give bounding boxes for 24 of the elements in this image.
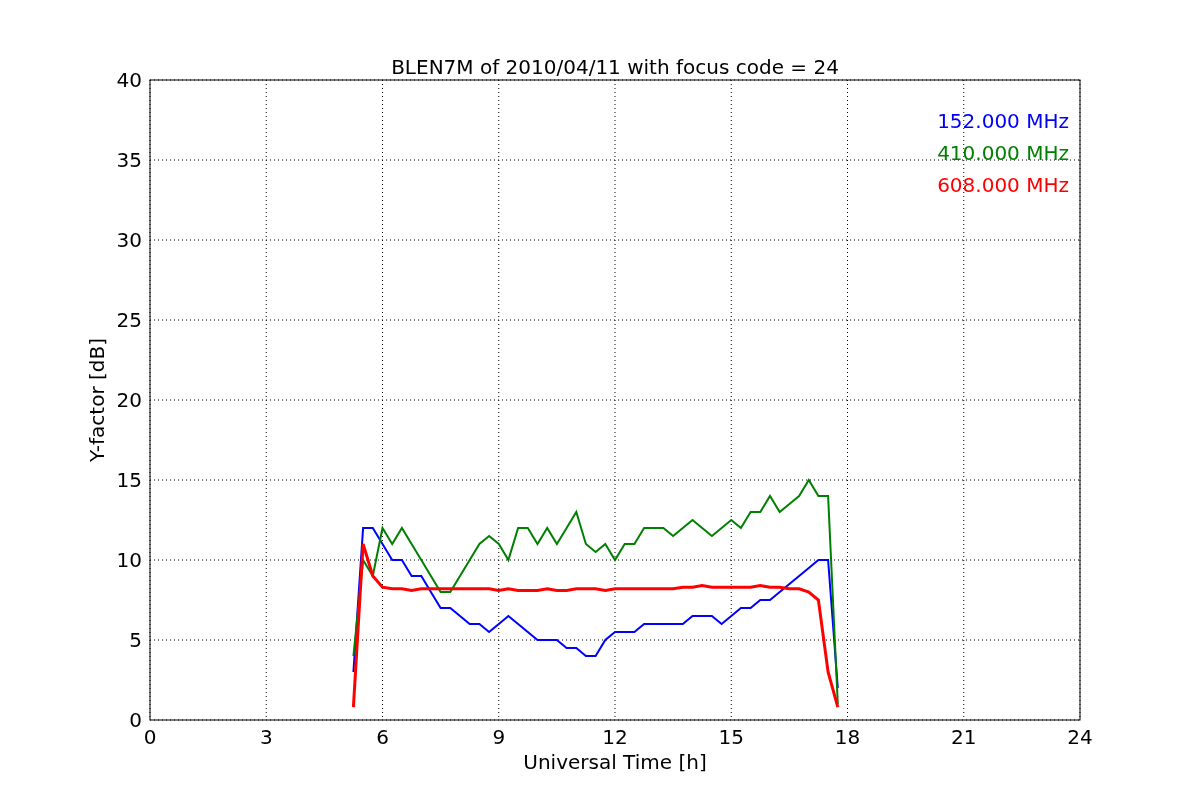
y-tick-label: 5 [129,628,142,652]
y-axis-label: Y-factor [dB] [85,338,109,462]
x-tick-label: 3 [259,725,273,749]
y-tick-label: 0 [129,708,142,732]
legend-label: 152.000 MHz [937,109,1069,133]
x-tick-label: 24 [1067,725,1093,749]
y-tick-label: 15 [116,468,142,492]
x-tick-label: 21 [951,725,977,749]
legend-label: 410.000 MHz [937,141,1069,165]
y-tick-label: 20 [116,388,142,412]
x-tick-label: 15 [718,725,744,749]
y-tick-label: 40 [116,68,142,92]
x-tick-label: 18 [834,725,861,749]
x-tick-label: 12 [602,725,628,749]
chart-title: BLEN7M of 2010/04/11 with focus code = 24 [391,55,839,79]
y-tick-label: 30 [116,228,142,252]
y-tick-label: 35 [116,148,142,172]
legend-label: 608.000 MHz [937,173,1069,197]
y-tick-label: 25 [116,308,142,332]
x-tick-label: 9 [492,725,506,749]
x-axis-label: Universal Time [h] [523,750,707,774]
y-tick-label: 10 [116,548,142,572]
x-tick-label: 0 [143,725,157,749]
x-tick-label: 6 [376,725,389,749]
